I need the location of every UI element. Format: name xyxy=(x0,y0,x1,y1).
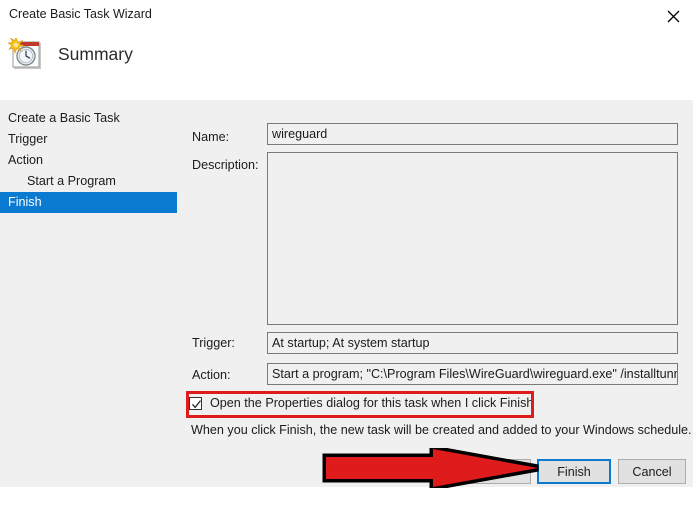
name-label: Name: xyxy=(192,130,229,144)
window-title: Create Basic Task Wizard xyxy=(9,7,152,21)
action-label: Action: xyxy=(192,368,231,382)
trigger-value[interactable]: At startup; At system startup xyxy=(267,332,678,354)
finish-button[interactable]: Finish xyxy=(537,459,611,484)
sidebar-item-finish[interactable]: Finish xyxy=(0,192,177,213)
description-input[interactable] xyxy=(267,152,678,325)
sidebar-item-trigger[interactable]: Trigger xyxy=(0,129,177,150)
trigger-label: Trigger: xyxy=(192,336,235,350)
close-icon[interactable] xyxy=(655,2,691,30)
open-properties-checkbox-row[interactable]: Open the Properties dialog for this task… xyxy=(189,396,533,410)
open-properties-checkbox-label: Open the Properties dialog for this task… xyxy=(210,396,533,410)
description-label: Description: xyxy=(192,158,259,172)
sidebar-item-start-a-program[interactable]: Start a Program xyxy=(0,171,177,192)
checkbox-checked-icon[interactable] xyxy=(189,397,202,410)
back-button[interactable]: < Back xyxy=(455,459,531,484)
finish-hint-text: When you click Finish, the new task will… xyxy=(191,423,692,437)
cancel-button[interactable]: Cancel xyxy=(618,459,686,484)
create-basic-task-wizard-dialog: Create Basic Task Wizard Summary xyxy=(0,0,693,487)
page-title: Summary xyxy=(58,44,133,65)
task-scheduler-clock-icon xyxy=(8,38,44,72)
action-value[interactable]: Start a program; "C:\Program Files\WireG… xyxy=(267,363,678,385)
wizard-step-list: Create a Basic Task Trigger Action Start… xyxy=(0,108,177,213)
name-input[interactable]: wireguard xyxy=(267,123,678,145)
sidebar-item-action[interactable]: Action xyxy=(0,150,177,171)
sidebar-item-create-a-basic-task[interactable]: Create a Basic Task xyxy=(0,108,177,129)
